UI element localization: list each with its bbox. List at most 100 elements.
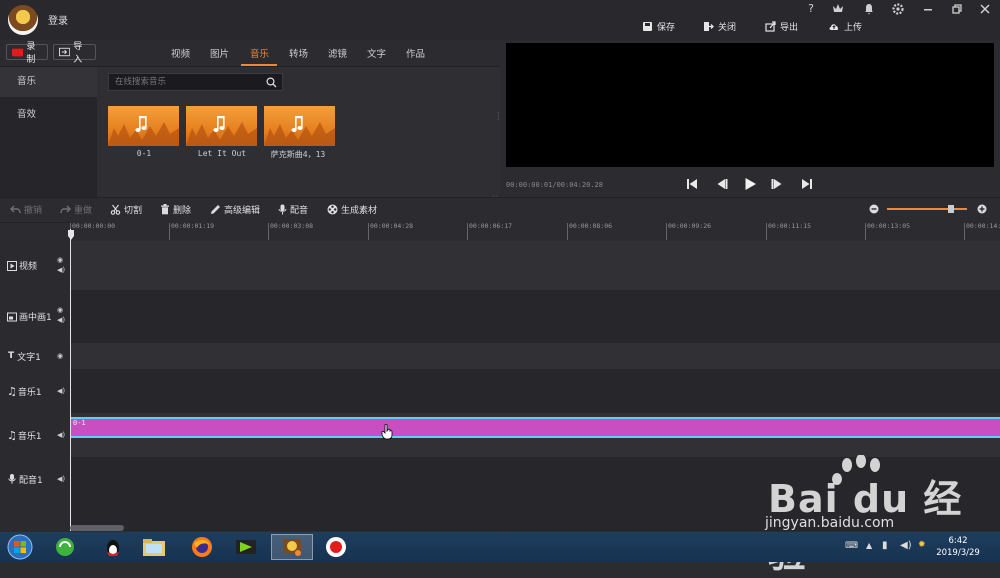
zoom-slider-track[interactable] [887, 208, 967, 210]
bell-icon[interactable] [862, 2, 876, 16]
upload-label: 上传 [844, 22, 863, 33]
skip-to-start-icon[interactable] [684, 176, 700, 192]
export-button[interactable]: 导出 [765, 19, 798, 33]
zoom-out-icon[interactable] [869, 204, 879, 214]
taskbar-app-editor-active[interactable] [271, 534, 313, 560]
eye-icon[interactable]: ◉ [57, 351, 63, 361]
microphone-icon [278, 204, 287, 215]
track-header-music[interactable]: ♫ 音乐1 ◀) [0, 369, 70, 413]
category-sound-effects[interactable]: 音效 [0, 100, 97, 130]
speaker-icon[interactable]: ◀) [57, 265, 65, 275]
ruler-tick-label: 00:00:11:15 [768, 222, 812, 230]
taskbar-app-firefox[interactable] [184, 534, 220, 560]
eye-icon[interactable]: ◉ [57, 255, 65, 265]
volume-icon[interactable]: ◀) [900, 540, 912, 551]
category-music[interactable]: 音乐 [0, 67, 97, 97]
upload-button[interactable]: 上传 [828, 19, 862, 33]
notification-icon[interactable]: ✹ [918, 540, 926, 550]
previous-frame-icon[interactable] [713, 176, 729, 192]
music-note-icon: ♫ [7, 384, 17, 398]
zoom-in-icon[interactable] [977, 204, 987, 214]
start-button[interactable] [2, 534, 38, 560]
tab-video[interactable]: 视频 [171, 46, 190, 60]
tab-image[interactable]: 图片 [210, 46, 229, 60]
redo-button[interactable]: 重做 [60, 203, 92, 216]
zoom-slider-handle[interactable] [948, 205, 954, 213]
track-header-pip[interactable]: 画中画1 ◉ ◀) [0, 290, 70, 343]
export-icon [765, 20, 776, 32]
eye-icon[interactable]: ◉ [57, 305, 65, 315]
ruler-tick-label: 00:00:04:28 [370, 222, 414, 230]
next-frame-icon[interactable] [770, 176, 786, 192]
timeline-scrollbar-thumb[interactable] [70, 525, 124, 531]
ruler-tick-mark [467, 223, 468, 240]
network-icon[interactable]: ▮ [882, 540, 888, 551]
play-icon[interactable] [742, 176, 758, 192]
music-clip[interactable] [71, 417, 1000, 438]
watermark-url: jingyan.baidu.com [765, 515, 895, 531]
hand-cursor-icon [381, 424, 393, 440]
login-link[interactable]: 登录 [48, 12, 68, 27]
music-item-thumbnail[interactable] [264, 106, 335, 146]
tab-works[interactable]: 作品 [406, 46, 425, 60]
speaker-icon[interactable]: ◀) [57, 315, 65, 325]
preview-screen[interactable] [506, 43, 994, 167]
gear-icon[interactable] [891, 2, 905, 16]
close-project-button[interactable]: 关闭 [703, 19, 736, 33]
vip-icon[interactable] [831, 2, 845, 16]
close-icon[interactable] [978, 2, 992, 16]
playhead-marker-icon[interactable] [67, 230, 75, 240]
avatar[interactable] [8, 5, 38, 35]
taskbar-app-qq[interactable] [95, 534, 131, 560]
pip-track-lane[interactable] [71, 290, 1000, 343]
delete-button[interactable]: 删除 [160, 203, 191, 216]
clock-time: 6:42 [948, 536, 968, 546]
help-icon[interactable]: ? [804, 2, 818, 16]
record-button[interactable]: 录制 [6, 42, 48, 65]
tab-transition[interactable]: 转场 [289, 46, 308, 60]
ruler-tick-label: 00:00:06:17 [469, 222, 513, 230]
text-track-lane[interactable] [71, 343, 1000, 369]
track-header-dub[interactable]: 配音1 ◀) [0, 457, 70, 501]
taskbar-app-recorder[interactable] [318, 534, 354, 560]
advanced-edit-button[interactable]: 高级编辑 [210, 203, 260, 216]
taskbar-app-video-tool[interactable] [228, 534, 264, 560]
tray-expand-icon[interactable]: ▲ [866, 541, 872, 550]
dub-button[interactable]: 配音 [278, 203, 308, 216]
ruler-tick-mark [666, 223, 667, 240]
track-header-text[interactable]: T 文字1 ◉ [0, 343, 70, 369]
import-button[interactable]: 导入 [53, 42, 96, 65]
speaker-icon[interactable]: ◀) [57, 474, 65, 484]
taskbar-clock[interactable]: 6:42 2019/3/29 [930, 535, 986, 559]
ruler-tick-label: 00:00:03:08 [270, 222, 314, 230]
minimize-icon[interactable] [921, 2, 935, 16]
speaker-icon[interactable]: ◀) [57, 386, 65, 396]
search-icon[interactable] [266, 77, 277, 88]
track-header-video[interactable]: 视频 ◉ ◀) [0, 241, 70, 290]
playhead-line[interactable] [70, 229, 71, 531]
keyboard-icon[interactable]: ⌨ [845, 541, 858, 551]
music-search-input[interactable] [115, 76, 260, 88]
restore-icon[interactable] [950, 2, 964, 16]
music-item-thumbnail[interactable] [108, 106, 179, 146]
music-search-box[interactable] [108, 73, 283, 91]
taskbar-app-browser[interactable] [47, 534, 83, 560]
taskbar-app-explorer[interactable] [136, 534, 172, 560]
music-item-thumbnail[interactable] [186, 106, 257, 146]
pencil-icon [211, 205, 220, 214]
cut-button[interactable]: 切割 [110, 203, 142, 216]
undo-icon [10, 205, 21, 214]
tab-filter[interactable]: 滤镜 [328, 46, 347, 60]
speaker-icon[interactable]: ◀) [57, 430, 65, 440]
record-icon [12, 48, 24, 56]
undo-button[interactable]: 撤销 [10, 203, 42, 216]
save-button[interactable]: 保存 [642, 19, 675, 33]
music-track-lane[interactable] [71, 369, 1000, 413]
skip-to-end-icon[interactable] [799, 176, 815, 192]
tab-text[interactable]: 文字 [367, 46, 386, 60]
undo-label: 撤销 [24, 206, 43, 216]
tab-music[interactable]: 音乐 [250, 46, 269, 60]
track-header-music[interactable]: ♫ 音乐1 ◀) [0, 413, 70, 457]
generate-material-button[interactable]: 生成素材 [327, 203, 377, 216]
video-track-lane[interactable] [71, 241, 1000, 290]
